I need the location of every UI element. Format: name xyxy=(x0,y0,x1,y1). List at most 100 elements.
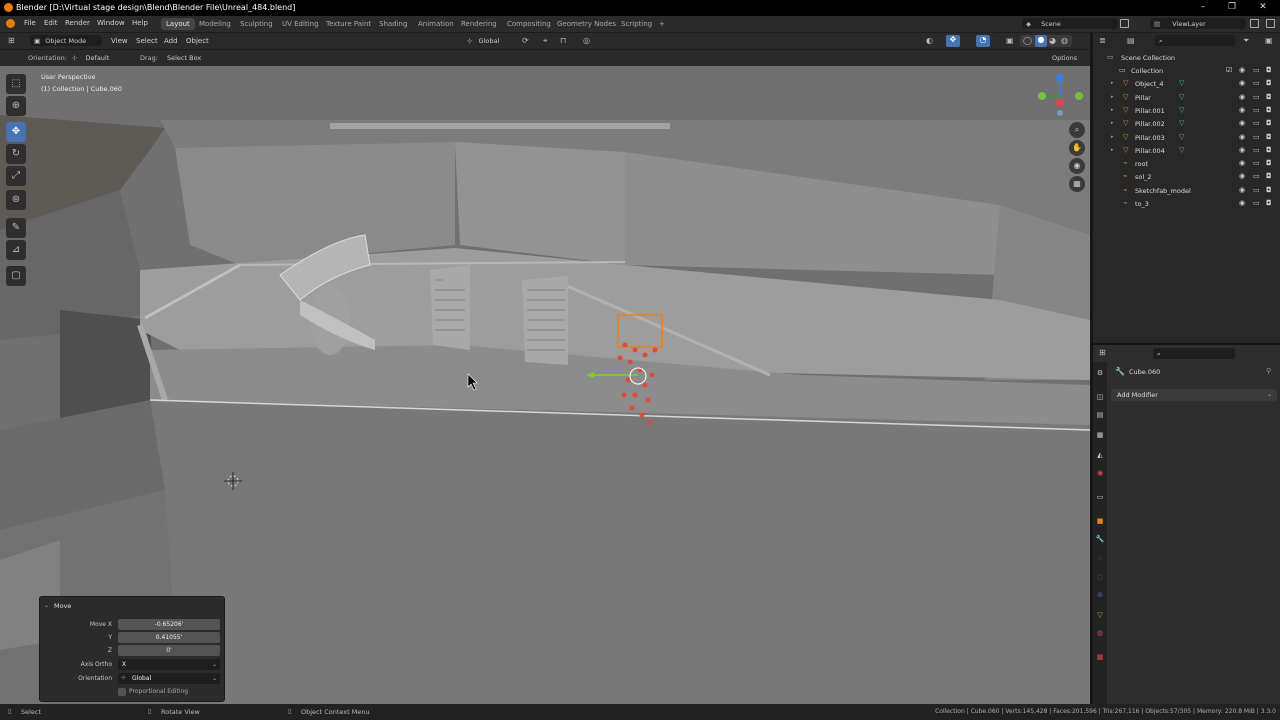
render-camera-icon[interactable]: ◘ xyxy=(1266,66,1272,74)
menu-window[interactable]: Window xyxy=(97,19,125,27)
move-tool-icon[interactable]: ✥ xyxy=(6,122,26,142)
render-camera-icon[interactable]: ◘ xyxy=(1266,172,1272,180)
eye-visibility-icon[interactable]: ◉ xyxy=(1239,119,1245,127)
add-modifier-dropdown[interactable]: Add Modifier ⌄ xyxy=(1111,389,1277,401)
remove-viewlayer-icon[interactable] xyxy=(1266,19,1275,28)
expand-arrow-icon[interactable]: ▸ xyxy=(1111,134,1114,140)
zoom-icon[interactable]: ⌕ xyxy=(1069,122,1085,138)
blender-menu-icon[interactable] xyxy=(6,19,15,28)
select-menu[interactable]: Select xyxy=(136,37,158,45)
area-divider-vertical[interactable] xyxy=(1090,33,1093,704)
outliner-row-pillar-002[interactable]: ▸ ▽ Pillar.002 ▽ ◉ ▭ ◘ xyxy=(1093,117,1280,130)
render-camera-icon[interactable]: ◘ xyxy=(1266,93,1272,101)
material-tab-icon[interactable]: ◍ xyxy=(1095,628,1105,638)
viewport-disable-icon[interactable]: ▭ xyxy=(1253,133,1260,141)
camera-view-icon[interactable]: ◉ xyxy=(1069,158,1085,174)
rotate-tool-icon[interactable]: ↻ xyxy=(6,144,26,164)
outliner-row-pillar-001[interactable]: ▸ ▽ Pillar.001 ▽ ◉ ▭ ◘ xyxy=(1093,104,1280,117)
editor-type-icon[interactable]: ⊞ xyxy=(8,36,15,45)
expand-arrow-icon[interactable]: ▸ xyxy=(1111,120,1114,126)
ortho-grid-icon[interactable]: ▦ xyxy=(1069,176,1085,192)
move-y-field[interactable]: 0.41055' xyxy=(118,632,220,643)
outliner-row-sketchfab-model[interactable]: ⌁ Sketchfab_model ◉ ▭ ◘ xyxy=(1093,184,1280,197)
eye-visibility-icon[interactable]: ◉ xyxy=(1239,199,1245,207)
properties-editor-icon[interactable]: ⊞ xyxy=(1099,348,1106,357)
tab-layout[interactable]: Layout xyxy=(161,18,195,30)
add-cube-tool-icon[interactable]: ▢ xyxy=(6,266,26,286)
render-camera-icon[interactable]: ◘ xyxy=(1266,146,1272,154)
material-shading-icon[interactable]: ◕ xyxy=(1049,36,1056,45)
outliner-row-pillar-004[interactable]: ▸ ▽ Pillar.004 ▽ ◉ ▭ ◘ xyxy=(1093,144,1280,157)
scene-collection-row[interactable]: ▭ Scene Collection xyxy=(1093,51,1280,64)
tab-compositing[interactable]: Compositing xyxy=(502,18,556,30)
pivot-icon[interactable]: ⟳ xyxy=(522,36,529,45)
cursor-tool-icon[interactable]: ⊕ xyxy=(6,96,26,116)
mesh-data-icon[interactable]: ▽ xyxy=(1179,133,1184,141)
add-menu[interactable]: Add xyxy=(164,37,178,45)
expand-arrow-icon[interactable]: ▸ xyxy=(1111,94,1114,100)
select-box-tool-icon[interactable]: ⬚ xyxy=(6,74,26,94)
tab-geometry-nodes[interactable]: Geometry Nodes xyxy=(552,18,621,30)
orientation-dropdown[interactable]: ⊹ Default xyxy=(68,52,134,63)
menu-edit[interactable]: Edit xyxy=(44,19,58,27)
outliner-row-pillar-003[interactable]: ▸ ▽ Pillar.003 ▽ ◉ ▭ ◘ xyxy=(1093,131,1280,144)
xray-icon[interactable]: ▣ xyxy=(1006,36,1014,45)
options-dropdown[interactable]: Options xyxy=(1048,52,1086,63)
viewport-disable-icon[interactable]: ▭ xyxy=(1253,172,1260,180)
render-camera-icon[interactable]: ◘ xyxy=(1266,199,1272,207)
outliner-row-collection[interactable]: ▭ Collection ☑ ◉ ▭ ◘ xyxy=(1093,64,1280,77)
render-camera-icon[interactable]: ◘ xyxy=(1266,79,1272,87)
view-menu[interactable]: View xyxy=(111,37,128,45)
expand-arrow-icon[interactable]: ▸ xyxy=(1111,107,1114,113)
move-z-field[interactable]: 0' xyxy=(118,645,220,656)
menu-file[interactable]: File xyxy=(24,19,36,27)
snap-target-icon[interactable]: ⊓ xyxy=(560,36,566,45)
expand-arrow-icon[interactable]: ▸ xyxy=(1111,80,1114,86)
mesh-data-icon[interactable]: ▽ xyxy=(1179,106,1184,114)
tool-tab-icon[interactable]: ⚙ xyxy=(1095,368,1105,378)
gizmo-toggle-icon[interactable]: ✥ xyxy=(946,35,960,47)
overlay-toggle-icon[interactable]: ◔ xyxy=(976,35,990,47)
eye-visibility-icon[interactable]: ◉ xyxy=(1239,159,1245,167)
add-workspace-button[interactable]: + xyxy=(654,18,670,30)
drag-dropdown[interactable]: Select Box xyxy=(163,52,209,63)
eye-visibility-icon[interactable]: ◉ xyxy=(1239,79,1245,87)
eye-visibility-icon[interactable]: ◉ xyxy=(1239,186,1245,194)
outliner-row-sol-2[interactable]: ⌁ sol_2 ◉ ▭ ◘ xyxy=(1093,170,1280,183)
tab-modeling[interactable]: Modeling xyxy=(194,18,236,30)
eye-visibility-icon[interactable]: ◉ xyxy=(1239,66,1245,74)
scene-selector[interactable]: ◆ Scene xyxy=(1022,18,1118,29)
output-tab-icon[interactable]: ▤ xyxy=(1095,410,1105,420)
physics-tab-icon[interactable]: ◌ xyxy=(1095,572,1105,582)
visibility-icon[interactable]: ◐ xyxy=(926,36,933,45)
filter-icon[interactable]: ⏷ xyxy=(1243,36,1249,46)
viewport-disable-icon[interactable]: ▭ xyxy=(1253,199,1260,207)
constraints-tab-icon[interactable]: ⊘ xyxy=(1095,590,1105,600)
viewport-disable-icon[interactable]: ▭ xyxy=(1253,186,1260,194)
menu-render[interactable]: Render xyxy=(65,19,90,27)
pan-hand-icon[interactable]: ✋ xyxy=(1069,140,1085,156)
transform-orientation[interactable]: ⊹ Global xyxy=(463,35,517,46)
viewport-disable-icon[interactable]: ▭ xyxy=(1253,119,1260,127)
annotate-tool-icon[interactable]: ✎ xyxy=(6,218,26,238)
viewport-disable-icon[interactable]: ▭ xyxy=(1253,106,1260,114)
tab-texture-paint[interactable]: Texture Paint xyxy=(321,18,376,30)
render-camera-icon[interactable]: ◘ xyxy=(1266,133,1272,141)
maximize-button[interactable]: ❐ xyxy=(1225,2,1239,14)
render-camera-icon[interactable]: ◘ xyxy=(1266,186,1272,194)
solid-shading-icon[interactable]: ● xyxy=(1035,35,1047,47)
display-mode-icon[interactable]: ▤ xyxy=(1127,36,1135,45)
eye-visibility-icon[interactable]: ◉ xyxy=(1239,93,1245,101)
menu-help[interactable]: Help xyxy=(132,19,148,27)
modifier-tab-icon[interactable]: 🔧 xyxy=(1095,534,1105,544)
properties-search-input[interactable]: ⌕ xyxy=(1153,348,1235,359)
particles-tab-icon[interactable]: ⁘ xyxy=(1095,554,1105,564)
axis-ortho-dropdown[interactable]: X xyxy=(118,659,220,670)
rendered-shading-icon[interactable]: ◍ xyxy=(1061,36,1068,45)
viewport-disable-icon[interactable]: ▭ xyxy=(1253,93,1260,101)
tab-animation[interactable]: Animation xyxy=(413,18,459,30)
snap-icon[interactable]: ⌖ xyxy=(543,36,548,46)
area-divider-horizontal[interactable] xyxy=(1093,343,1280,345)
eye-visibility-icon[interactable]: ◉ xyxy=(1239,172,1245,180)
world-tab-icon[interactable]: ◉ xyxy=(1095,468,1105,478)
